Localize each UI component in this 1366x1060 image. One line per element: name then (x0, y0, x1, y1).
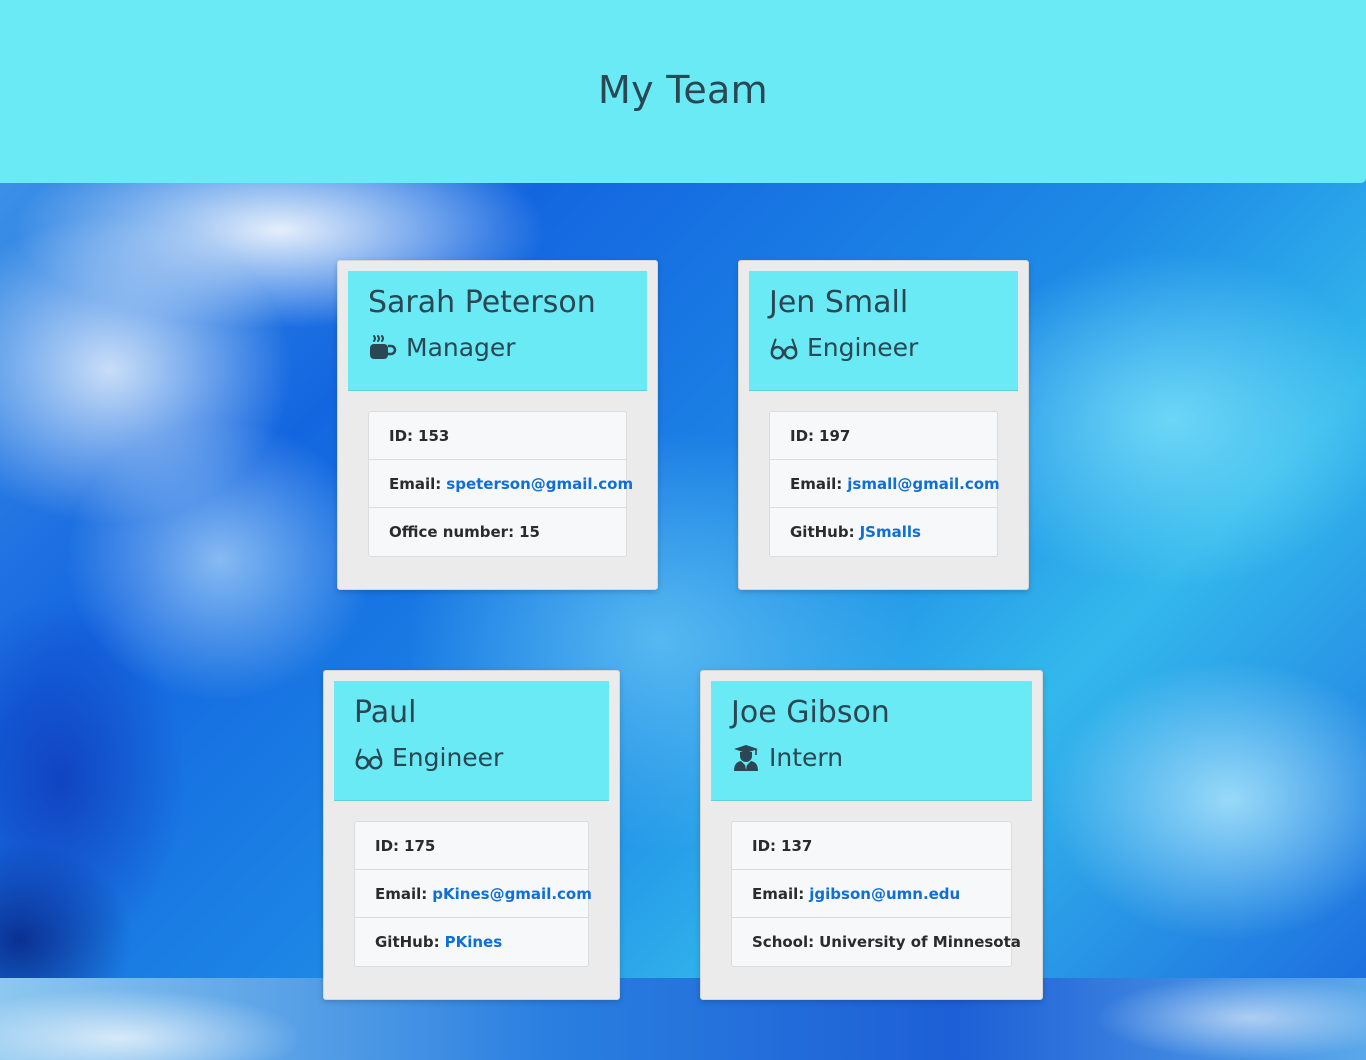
school-label: School: (752, 933, 815, 951)
email-label: Email: (790, 474, 843, 493)
employee-role: Manager (368, 333, 516, 362)
github-label: GitHub: (790, 523, 855, 541)
github-label: GitHub: (375, 933, 440, 951)
glasses-icon (354, 744, 384, 772)
page-title: My Team (598, 68, 768, 112)
employee-role-label: Engineer (392, 743, 504, 772)
email-link[interactable]: jsmall@gmail.com (847, 475, 999, 493)
employee-details: ID: 175 Email: pKines@gmail.com GitHub: … (354, 821, 592, 967)
card-header: Joe Gibson Intern (711, 681, 1032, 801)
id-label: ID: (790, 426, 815, 445)
employee-card-manager: Sarah Peterson Manager ID: 153 Email: sp… (337, 260, 658, 590)
employee-github: GitHub: PKines (355, 918, 588, 966)
employee-role: Intern (731, 743, 843, 772)
employee-name: Paul (354, 695, 417, 730)
card-header: Paul Engineer (334, 681, 609, 801)
glasses-icon (769, 334, 799, 362)
employee-email: Email: speterson@gmail.com (369, 460, 633, 508)
github-link[interactable]: JSmalls (860, 523, 921, 541)
card-header: Jen Small Engineer (749, 271, 1018, 391)
employee-role-label: Engineer (807, 333, 919, 362)
employee-role: Engineer (769, 333, 918, 362)
employee-id: ID: 137 (732, 822, 1011, 870)
email-label: Email: (752, 884, 805, 903)
employee-role-label: Manager (406, 333, 516, 362)
id-label: ID: (389, 426, 414, 445)
card-header: Sarah Peterson Manager (348, 271, 647, 391)
school-value: University of Minnesota (819, 933, 1021, 951)
employee-email: Email: jsmall@gmail.com (770, 460, 1000, 508)
background-bottom-band (0, 978, 1366, 1060)
id-value: 197 (819, 426, 851, 445)
employee-card-engineer: Jen Small Engineer ID: 197 Email: jsmall… (738, 260, 1029, 590)
employee-name: Sarah Peterson (368, 285, 596, 320)
id-label: ID: (375, 836, 400, 855)
employee-id: ID: 175 (355, 822, 588, 870)
github-link[interactable]: PKines (445, 933, 503, 951)
email-label: Email: (389, 474, 442, 493)
employee-role-label: Intern (769, 743, 844, 772)
employee-school: School: University of Minnesota (732, 918, 1021, 966)
employee-id: ID: 197 (770, 412, 997, 460)
employee-details: ID: 197 Email: jsmall@gmail.com GitHub: … (769, 411, 1000, 557)
graduate-icon (731, 744, 761, 772)
id-value: 137 (781, 836, 813, 855)
page-header: My Team (0, 0, 1366, 183)
coffee-mug-icon (368, 334, 398, 362)
email-link[interactable]: speterson@gmail.com (446, 475, 633, 493)
employee-name: Joe Gibson (731, 695, 890, 730)
email-link[interactable]: jgibson@umn.edu (809, 885, 960, 903)
employee-name: Jen Small (769, 285, 909, 320)
email-link[interactable]: pKines@gmail.com (432, 885, 592, 903)
employee-id: ID: 153 (369, 412, 626, 460)
employee-details: ID: 153 Email: speterson@gmail.com Offic… (368, 411, 633, 557)
id-value: 153 (418, 426, 450, 445)
employee-email: Email: pKines@gmail.com (355, 870, 592, 918)
id-label: ID: (752, 836, 777, 855)
office-number-value: 15 (519, 523, 540, 541)
employee-card-intern: Joe Gibson Intern ID: 137 Email: jgibson… (700, 670, 1043, 1000)
id-value: 175 (404, 836, 436, 855)
office-number-label: Office number: (389, 523, 515, 541)
email-label: Email: (375, 884, 428, 903)
employee-email: Email: jgibson@umn.edu (732, 870, 1011, 918)
employee-details: ID: 137 Email: jgibson@umn.edu School: U… (731, 821, 1021, 967)
employee-role: Engineer (354, 743, 503, 772)
employee-github: GitHub: JSmalls (770, 508, 997, 556)
employee-office-number: Office number: 15 (369, 508, 626, 556)
employee-card-engineer: Paul Engineer ID: 175 Email: pKines@gmai… (323, 670, 620, 1000)
